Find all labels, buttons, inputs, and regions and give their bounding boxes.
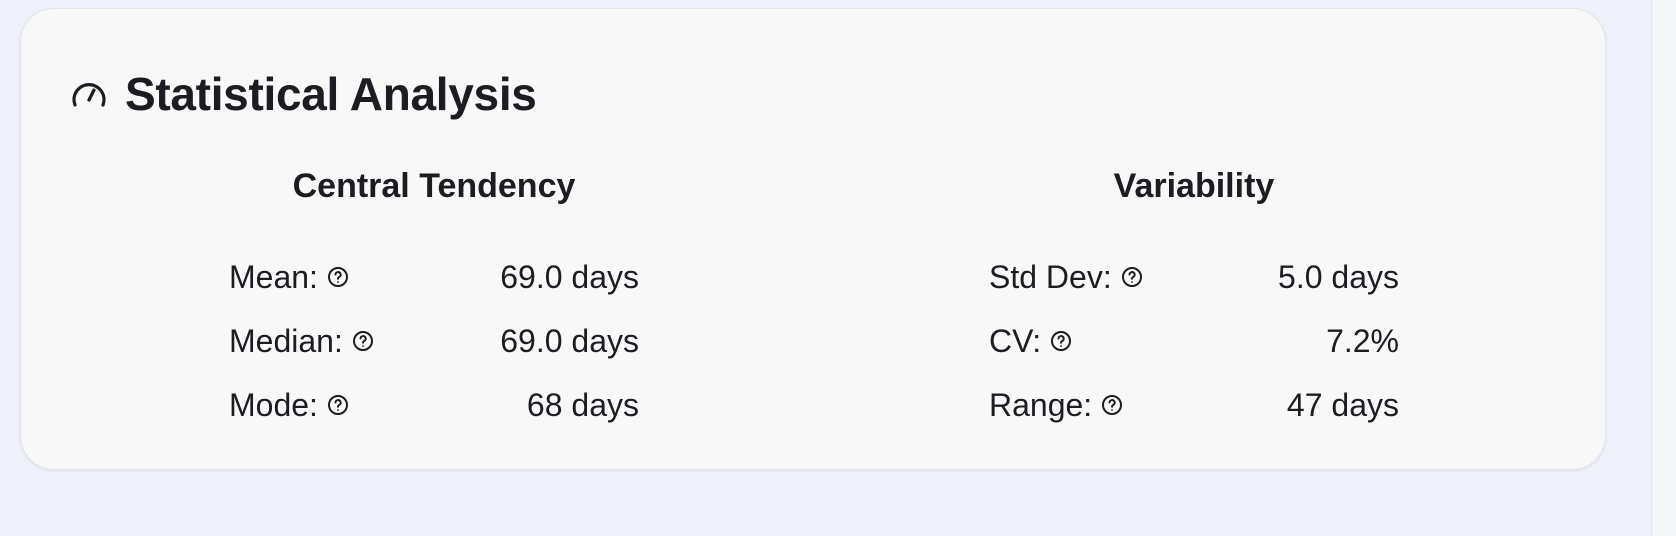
card-header: Statistical Analysis (69, 61, 537, 127)
help-circle-icon[interactable] (326, 265, 350, 289)
gauge-icon (69, 74, 109, 114)
stat-row-mode: Mode: 68 days (229, 373, 639, 437)
stat-label-group: Range: (989, 387, 1124, 424)
stat-label-std-dev: Std Dev: (989, 258, 1112, 295)
central-tendency-title: Central Tendency (292, 167, 576, 205)
stat-label-mode: Mode: (229, 386, 318, 423)
stat-value-mean: 69.0 days (500, 258, 639, 295)
scrollbar-track[interactable] (1651, 0, 1676, 536)
help-circle-icon[interactable] (1049, 329, 1073, 353)
stat-row-median: Median: 69.0 days (229, 309, 639, 373)
stat-label-group: Mode: (229, 387, 350, 424)
stat-value-median: 69.0 days (500, 322, 639, 359)
statistical-analysis-card: Statistical Analysis Central Tendency Me… (20, 8, 1606, 470)
page: Statistical Analysis Central Tendency Me… (0, 0, 1676, 536)
stat-label-median: Median: (229, 322, 343, 359)
card-title: Statistical Analysis (125, 68, 537, 120)
help-circle-icon[interactable] (1100, 393, 1124, 417)
stat-label-group: Median: (229, 323, 375, 360)
central-tendency-section: Central Tendency Mean: 69.0 days Median:… (229, 169, 639, 437)
stat-label-group: Std Dev: (989, 259, 1144, 296)
stat-label-group: CV: (989, 323, 1073, 360)
stat-value-std-dev: 5.0 days (1278, 258, 1399, 295)
help-circle-icon[interactable] (326, 393, 350, 417)
stat-row-std-dev: Std Dev: 5.0 days (989, 245, 1399, 309)
stat-row-mean: Mean: 69.0 days (229, 245, 639, 309)
stat-value-mode: 68 days (526, 386, 639, 423)
stat-label-range: Range: (989, 386, 1093, 423)
stat-label-mean: Mean: (229, 258, 318, 295)
variability-title: Variability (1113, 167, 1275, 205)
help-circle-icon[interactable] (1120, 265, 1144, 289)
stat-value-cv: 7.2% (1326, 322, 1399, 359)
stat-label-cv: CV: (989, 322, 1042, 359)
help-circle-icon[interactable] (351, 329, 375, 353)
variability-section: Variability Std Dev: 5.0 days CV: 7.2% R… (989, 169, 1399, 437)
stat-row-range: Range: 47 days (989, 373, 1399, 437)
stat-row-cv: CV: 7.2% (989, 309, 1399, 373)
stat-label-group: Mean: (229, 259, 350, 296)
stat-value-range: 47 days (1286, 386, 1399, 423)
